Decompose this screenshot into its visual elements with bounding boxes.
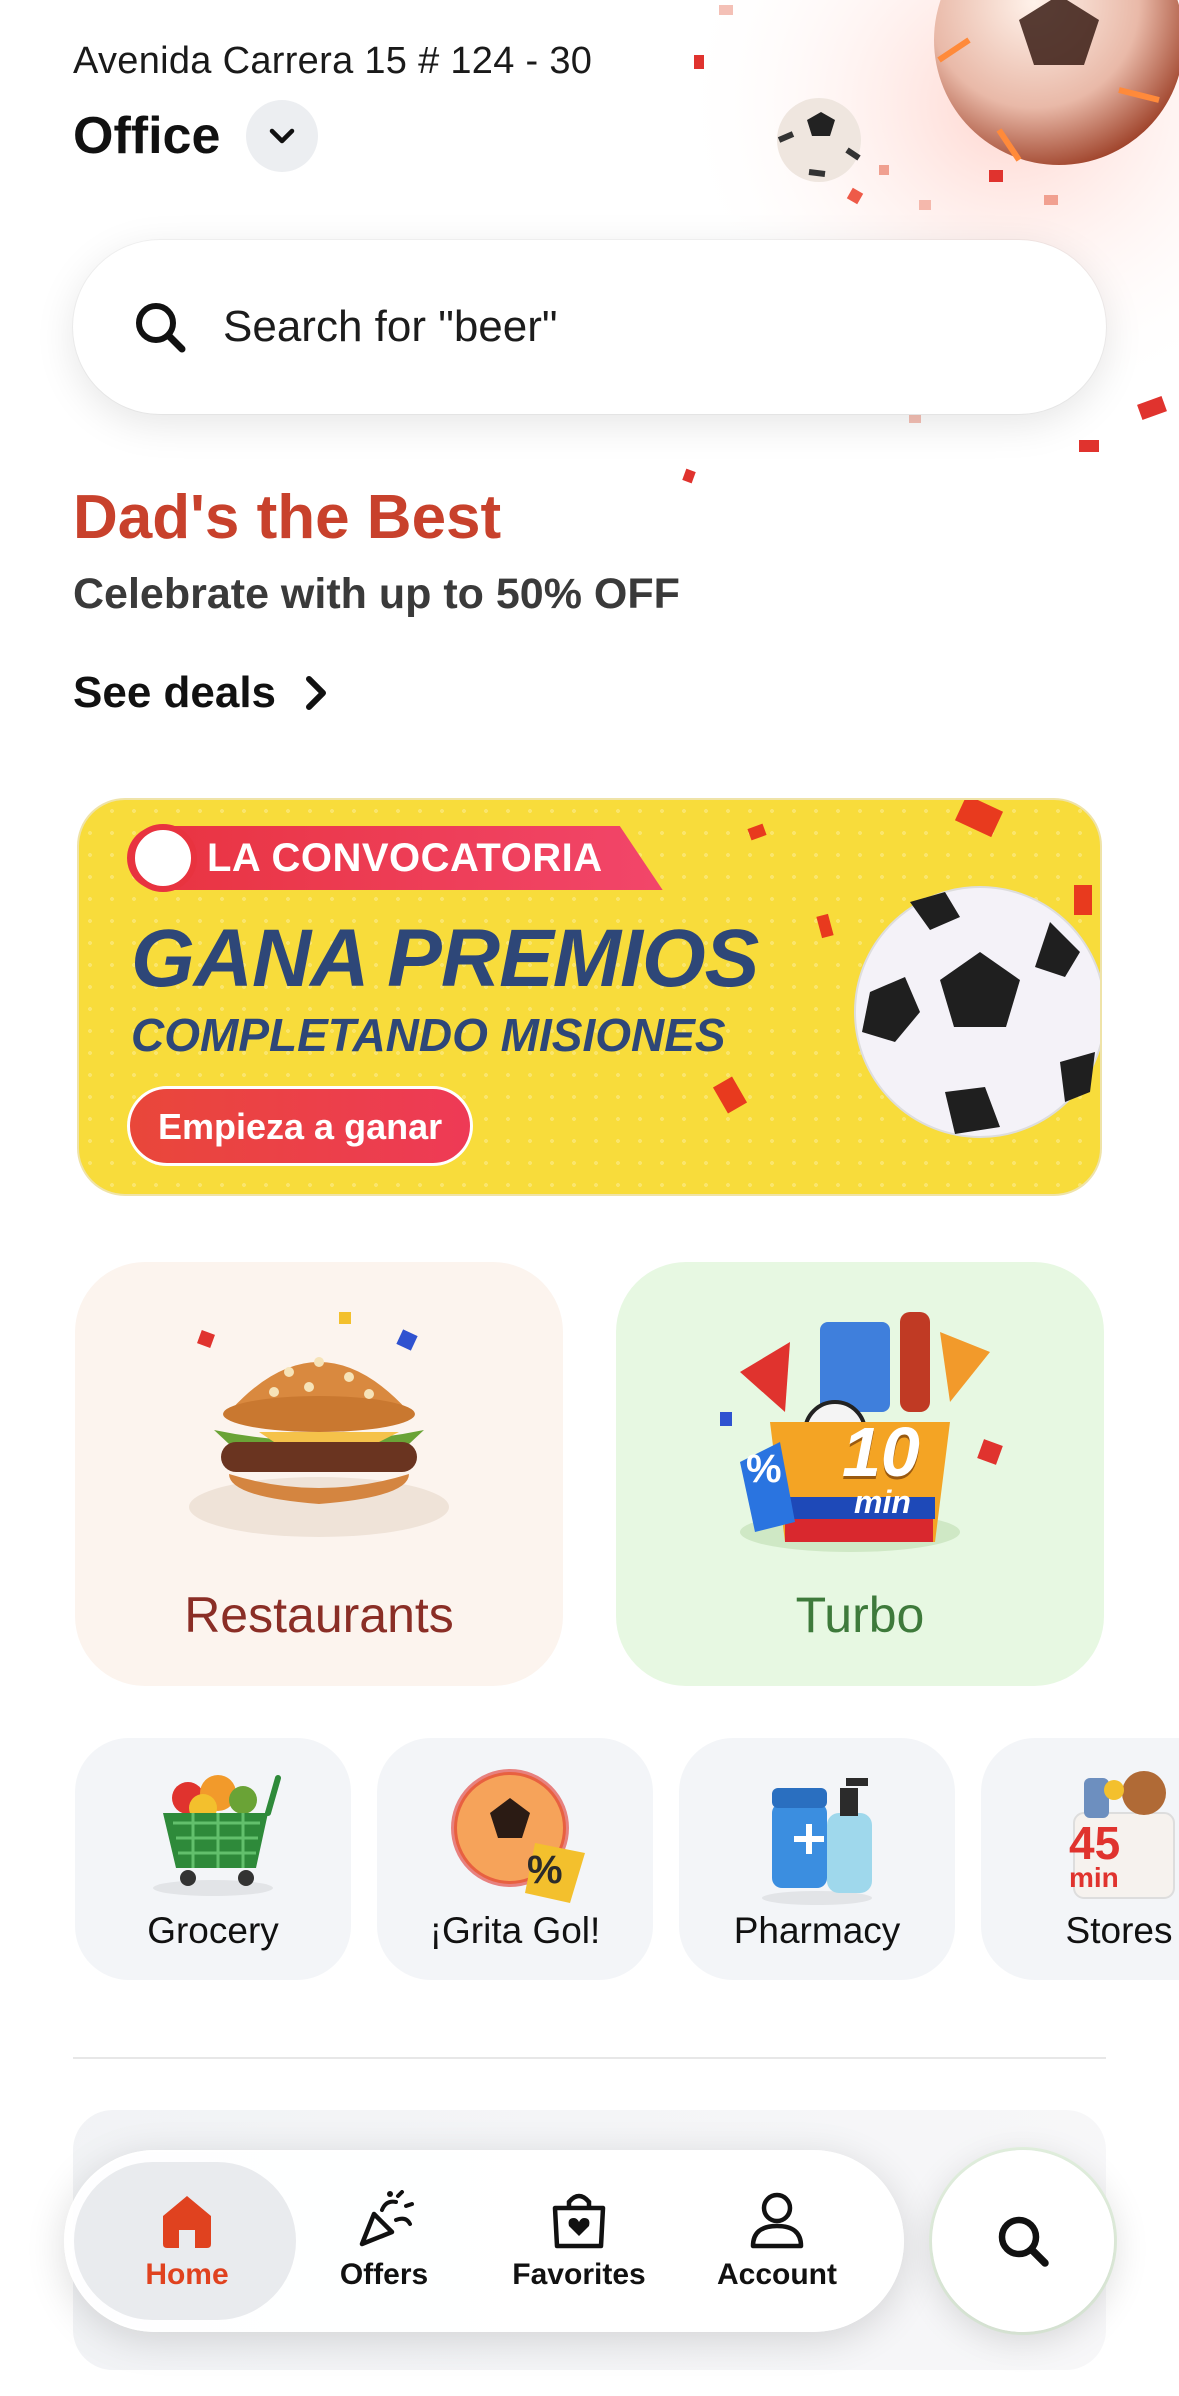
soccer-ball-icon [451,1769,585,1903]
offer-percent-badge: % [527,1848,563,1892]
subcategory-label: ¡Grita Gol! [429,1910,601,1951]
subcategory-label: Stores [1065,1910,1173,1951]
party-popper-icon [359,2190,414,2247]
user-icon [750,2192,804,2249]
tab-favorites[interactable]: Favorites [494,2150,664,2332]
tab-account[interactable]: Account [692,2150,862,2332]
header: Avenida Carrera 15 # 124 - 30 Office [0,0,1179,520]
delivery-address[interactable]: Avenida Carrera 15 # 124 - 30 [73,40,592,83]
search-fab-button[interactable] [932,2150,1114,2332]
home-icon [163,2196,211,2248]
category-turbo[interactable]: % 10 min Turbo [616,1262,1104,1686]
promo-banner[interactable]: LA CONVOCATORIA GANA PREMIOS COMPLETANDO… [77,798,1102,1196]
grocery-cart-icon [153,1775,281,1896]
tab-home[interactable]: Home [76,2150,298,2332]
see-deals-label: See deals [73,668,277,717]
search-icon [136,303,186,353]
tab-label: Offers [339,2258,429,2291]
chevron-down-icon [270,128,295,144]
subcategory-label: Grocery [147,1910,279,1951]
turbo-time-unit: min [854,1484,911,1520]
search-icon [998,2216,1049,2267]
location-name[interactable]: Office [73,106,220,166]
search-input[interactable]: Search for "beer" [73,240,1106,414]
location-selector[interactable]: Office [73,100,319,172]
promo-title: Dad's the Best [73,483,502,552]
tab-label: Account [717,2258,837,2291]
category-label: Restaurants [184,1587,454,1643]
turbo-time-number: 10 [842,1413,920,1491]
subcategory-label: Pharmacy [733,1910,901,1951]
bottom-navigation: Home Offers Favorites Account [64,2150,904,2332]
burger-icon [189,1312,449,1537]
subcategory-stores[interactable]: 45 min Stores [981,1738,1179,1980]
subcategory-grita-gol[interactable]: % ¡Grita Gol! [377,1738,653,1980]
location-dropdown-button[interactable] [246,100,319,172]
section-divider [73,2057,1106,2059]
tab-label: Home [145,2258,229,2291]
subcategory-pharmacy[interactable]: Pharmacy [679,1738,955,1980]
subcategory-grocery[interactable]: Grocery [75,1738,351,1980]
turbo-discount-badge: % [746,1447,782,1491]
see-deals-link[interactable]: See deals [73,668,328,718]
tab-label: Favorites [512,2258,646,2291]
chevron-right-icon [306,676,327,710]
category-label: Turbo [795,1587,925,1643]
subcategory-carousel[interactable]: Grocery % ¡Grita Gol! Pharmacy 45 min St… [75,1738,1179,1980]
promo-subtitle: Celebrate with up to 50% OFF [73,570,680,618]
delivery-time-unit: min [1069,1862,1119,1893]
search-placeholder: Search for "beer" [223,302,558,351]
tab-offers[interactable]: Offers [309,2150,459,2332]
heart-bag-icon [552,2193,606,2249]
pharmacy-icon [762,1778,872,1905]
confetti-decoration [712,800,1092,1114]
category-restaurants[interactable]: Restaurants [75,1262,563,1686]
